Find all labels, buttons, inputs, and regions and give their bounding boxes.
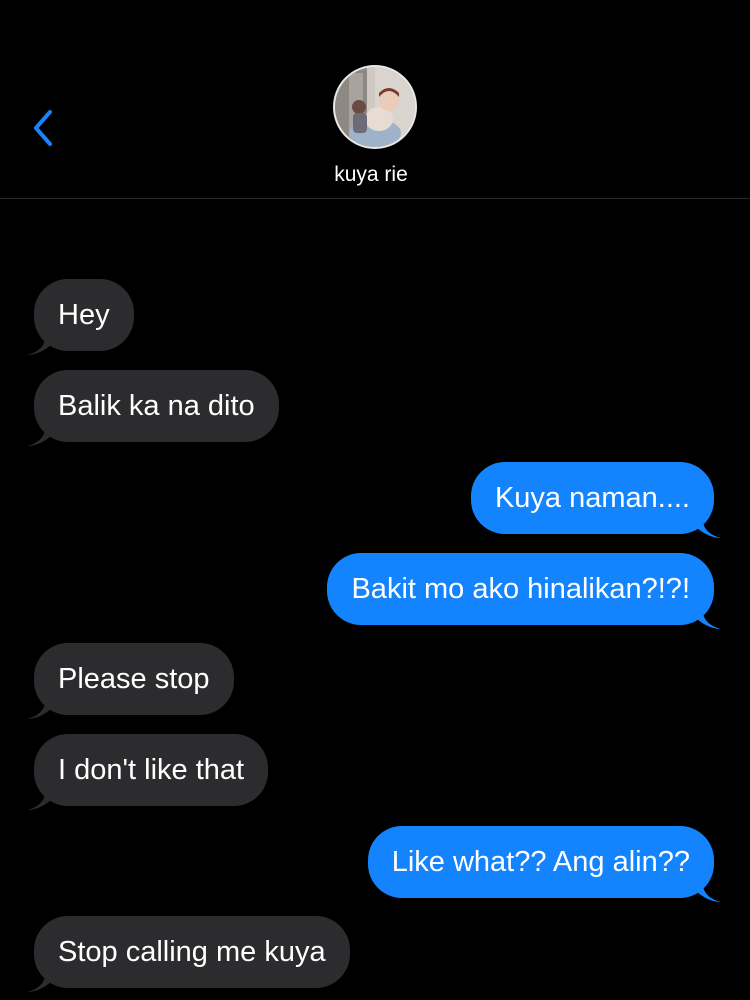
message-text: Please stop: [58, 663, 210, 695]
bubble-tail-icon: [27, 784, 51, 810]
message-text: Kuya naman....: [494, 482, 690, 514]
incoming-message-bubble[interactable]: I don't like that: [27, 734, 269, 810]
bubble-tail-icon: [697, 876, 721, 902]
outgoing-message-bubble[interactable]: Bakit mo ako hinalikan?!?!: [327, 553, 721, 629]
avatar-photo: [335, 67, 415, 147]
bubble-tail-icon: [27, 420, 51, 446]
message-text: Hey: [58, 299, 110, 331]
bubble-tail-icon: [697, 603, 721, 629]
chevron-left-icon: [34, 110, 52, 146]
contact-avatar[interactable]: [333, 65, 417, 149]
message-text: Like what?? Ang alin??: [391, 846, 690, 878]
bubble-tail-icon: [697, 512, 721, 538]
bubble-tail-icon: [27, 329, 51, 355]
incoming-message-bubble[interactable]: Hey: [27, 279, 134, 355]
back-button[interactable]: [28, 106, 68, 150]
message-text: I don't like that: [58, 754, 245, 786]
incoming-message-bubble[interactable]: Stop calling me kuya: [27, 916, 350, 992]
bubble-tail-icon: [27, 693, 51, 719]
message-text: Bakit mo ako hinalikan?!?!: [351, 573, 690, 605]
conversation-header: kuya rie: [0, 0, 750, 199]
message-text: Stop calling me kuya: [58, 936, 326, 968]
outgoing-message-bubble[interactable]: Like what?? Ang alin??: [367, 826, 721, 902]
contact-name[interactable]: kuya rie: [0, 163, 742, 187]
incoming-message-bubble[interactable]: Please stop: [27, 643, 234, 719]
incoming-message-bubble[interactable]: Balik ka na dito: [27, 370, 279, 446]
outgoing-message-bubble[interactable]: Kuya naman....: [470, 462, 721, 538]
bubble-tail-icon: [27, 966, 51, 992]
message-thread: Hey Balik ka na dito Kuya naman.... Baki…: [0, 199, 750, 1000]
message-text: Balik ka na dito: [58, 390, 255, 422]
